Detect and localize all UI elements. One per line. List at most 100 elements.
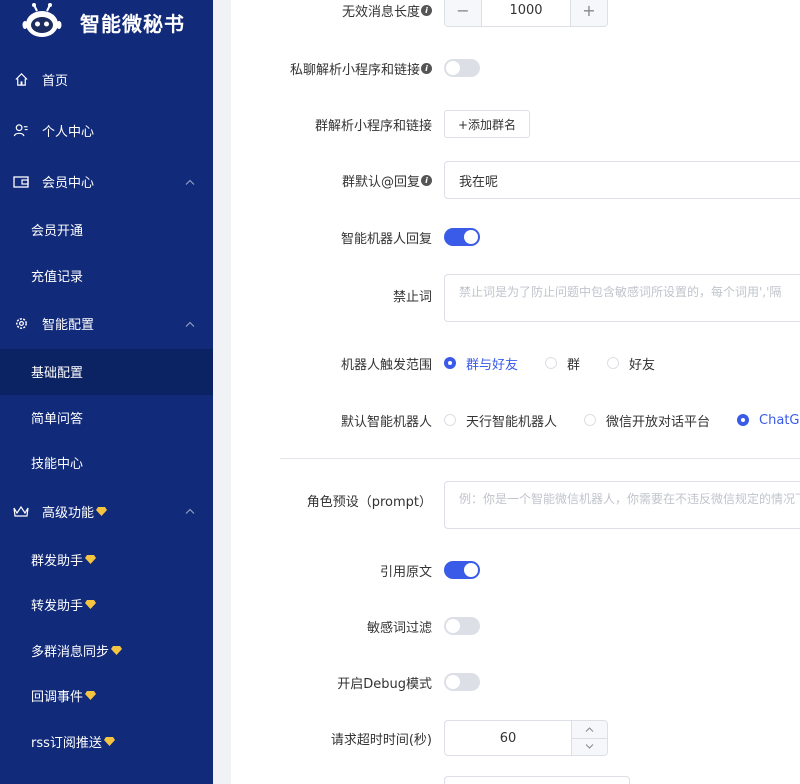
debug-mode-switch[interactable] — [444, 673, 480, 691]
sidebar-item-basic-config[interactable]: 基础配置 — [0, 349, 213, 395]
sidebar-item-skill-center[interactable]: 技能中心 — [0, 440, 213, 486]
robot-reply-switch[interactable] — [444, 228, 480, 246]
sidebar-item-label: 多群消息同步 — [31, 644, 110, 660]
form-label: 引用原文 — [379, 564, 432, 580]
radio-tianxing[interactable]: 天行智能机器人 — [444, 411, 557, 430]
sidebar-item-label: 会员中心 — [42, 176, 95, 191]
sidebar-item-label: rss订阅推送 — [31, 735, 102, 751]
app-title: 智能微秘书 — [80, 11, 185, 36]
home-icon — [12, 71, 30, 89]
add-group-name-button[interactable]: +添加群名 — [444, 110, 531, 138]
section-divider — [280, 458, 800, 459]
radio-friends-only[interactable]: 好友 — [607, 354, 655, 373]
wallet-icon — [12, 173, 30, 191]
default-robot-radio-group: 天行智能机器人 微信开放对话平台 ChatGPT — [444, 411, 800, 430]
form-row-sensitive-filter: 敏感词过滤 — [231, 617, 800, 636]
role-prompt-textarea[interactable]: 例：你是一个智能微信机器人，你需要在不违反微信规定的情况下 — [444, 481, 800, 529]
form-label: 机器人触发范围 — [340, 357, 432, 373]
sidebar-item-label: 智能配置 — [42, 318, 95, 333]
radio-dot — [444, 414, 456, 426]
invalid-length-input: − 1000 + — [444, 0, 608, 27]
sidebar-item-smart-config[interactable]: 智能配置 — [0, 298, 213, 349]
trigger-scope-radio-group: 群与好友 群 好友 — [444, 354, 682, 373]
timeout-stepper: 60 — [444, 720, 608, 756]
radio-chatgpt[interactable]: ChatGPT — [737, 413, 800, 428]
form-row-role-prompt: 角色预设（prompt） 例：你是一个智能微信机器人，你需要在不违反微信规定的情… — [231, 481, 800, 529]
form-row-timeout: 请求超时时间(秒) 60 — [231, 720, 800, 756]
sidebar-item-mass-send[interactable]: 群发助手 — [0, 537, 213, 583]
radio-dot — [444, 357, 456, 369]
sidebar-item-membership[interactable]: 会员中心 — [0, 156, 213, 207]
chevron-up-icon[interactable] — [572, 721, 607, 739]
form-label: 敏感词过滤 — [366, 620, 432, 636]
form-row-robot-reply: 智能机器人回复 — [231, 228, 800, 247]
sidebar-item-callback[interactable]: 回调事件 — [0, 673, 213, 719]
info-icon[interactable]: i — [421, 174, 432, 186]
sensitive-filter-switch[interactable] — [444, 617, 480, 635]
invalid-length-value[interactable]: 1000 — [482, 0, 570, 26]
forbidden-words-textarea[interactable]: 禁止词是为了防止问题中包含敏感词所设置的，每个词用','隔 — [444, 274, 800, 322]
diamond-icon — [103, 736, 115, 746]
sidebar-item-profile[interactable]: 个人中心 — [0, 105, 213, 156]
group-default-reply-input[interactable]: 我在呢 — [444, 161, 800, 199]
form-row-group-parse: 群解析小程序和链接 +添加群名 — [231, 110, 800, 138]
radio-dot — [584, 414, 597, 426]
form-label: 默认智能机器人 — [340, 414, 432, 430]
sidebar-item-forward[interactable]: 转发助手 — [0, 582, 213, 628]
decrement-button[interactable]: − — [445, 0, 482, 26]
info-icon[interactable]: i — [421, 5, 432, 16]
form-label: 群解析小程序和链接 — [314, 118, 432, 134]
form-row-debug-mode: 开启Debug模式 — [231, 673, 800, 692]
sidebar-item-label: 转发助手 — [31, 599, 84, 615]
gear-icon — [12, 315, 30, 333]
sidebar-item-simple-qa[interactable]: 简单问答 — [0, 395, 213, 441]
radio-dot — [737, 414, 750, 426]
form-label: 群默认@回复 i — [342, 171, 432, 190]
chevron-up-icon — [185, 316, 195, 331]
form-label: 私聊解析小程序和链接 i — [290, 59, 432, 78]
radio-wechat-openai[interactable]: 微信开放对话平台 — [584, 411, 710, 430]
quote-original-switch[interactable] — [444, 561, 480, 579]
diamond-icon — [85, 691, 97, 701]
diamond-icon — [96, 506, 108, 516]
private-parse-switch[interactable] — [444, 59, 480, 77]
chevron-up-icon — [185, 174, 195, 189]
diamond-icon — [85, 554, 97, 564]
info-icon[interactable]: i — [421, 62, 432, 74]
crown-icon — [12, 502, 30, 520]
form-label: 请求超时时间(秒) — [330, 732, 432, 748]
logo[interactable]: 智能微秘书 — [0, 0, 213, 44]
form-row-private-parse: 私聊解析小程序和链接 i — [231, 59, 800, 78]
radio-dot — [545, 357, 558, 369]
next-field-input[interactable] — [444, 776, 630, 784]
sidebar-item-label: 首页 — [42, 74, 69, 89]
form-row-quote-original: 引用原文 — [231, 561, 800, 580]
config-form: 无效消息长度 i − 1000 + 私聊解析小程序和链接 i 群解析小程序和链接… — [231, 0, 800, 784]
sidebar-item-recharge-record[interactable]: 充值记录 — [0, 253, 213, 299]
radio-group-and-friends[interactable]: 群与好友 — [444, 354, 518, 373]
sidebar-item-label: 个人中心 — [42, 125, 95, 140]
sidebar-item-rss[interactable]: rss订阅推送 — [0, 719, 213, 765]
sidebar-item-home[interactable]: 首页 — [0, 54, 213, 105]
form-row-default-robot: 默认智能机器人 天行智能机器人 微信开放对话平台 ChatGPT — [231, 410, 800, 430]
timeout-value[interactable]: 60 — [445, 721, 571, 755]
sidebar-item-multi-sync[interactable]: 多群消息同步 — [0, 628, 213, 674]
content-gutter — [213, 0, 231, 784]
radio-group-only[interactable]: 群 — [545, 354, 580, 373]
sidebar-item-label: 高级功能 — [42, 505, 95, 521]
diamond-icon — [111, 645, 123, 655]
robot-logo-icon — [22, 3, 62, 37]
form-label: 开启Debug模式 — [337, 676, 432, 692]
increment-button[interactable]: + — [570, 0, 607, 26]
sidebar: 智能微秘书 首页 个人中心 会员中心 会员开通 充值记录 智能配置 基础配置 简… — [0, 0, 213, 784]
form-row-invalid-length: 无效消息长度 i − 1000 + — [231, 0, 800, 27]
chevron-down-icon[interactable] — [572, 739, 607, 756]
sidebar-item-member-open[interactable]: 会员开通 — [0, 207, 213, 253]
chevron-up-icon — [185, 504, 195, 519]
form-row-group-default-reply: 群默认@回复 i 我在呢 — [231, 161, 800, 199]
form-label: 角色预设（prompt） — [306, 495, 432, 510]
sidebar-item-label: 群发助手 — [31, 553, 84, 569]
sidebar-item-advanced[interactable]: 高级功能 — [0, 486, 213, 537]
diamond-icon — [85, 600, 97, 610]
user-icon — [12, 122, 30, 140]
